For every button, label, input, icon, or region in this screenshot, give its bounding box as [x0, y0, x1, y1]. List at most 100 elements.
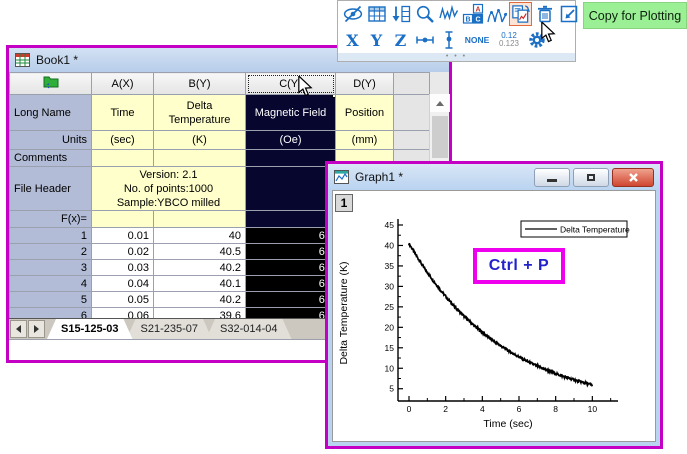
close-button[interactable] [612, 168, 654, 187]
annotation-box[interactable]: Ctrl + P [473, 248, 565, 284]
none-label-button[interactable]: NONE [461, 28, 493, 52]
data-cell[interactable]: 0.02 [92, 244, 154, 260]
row-number[interactable]: 1 [10, 228, 92, 244]
abc-label-icon: A B C [462, 3, 484, 25]
svg-text:30: 30 [385, 281, 395, 291]
svg-text:6: 6 [517, 404, 522, 414]
export-graph-button[interactable] [557, 2, 580, 26]
data-cell[interactable]: 62 [246, 276, 336, 292]
data-cell[interactable]: 63 [246, 292, 336, 308]
file-header-c[interactable] [246, 167, 336, 211]
y-column-button[interactable]: Y [365, 28, 388, 52]
hide-button[interactable] [341, 2, 364, 26]
scroll-up-button[interactable] [430, 94, 450, 112]
tab-scroll-right-button[interactable] [28, 320, 45, 338]
sheet-tab-s21-235-07[interactable]: S21-235-07 [127, 319, 213, 339]
table-icon [366, 3, 388, 25]
right-arrow-icon [34, 325, 39, 333]
row-label-long-name[interactable]: Long Name [10, 95, 92, 131]
data-cell[interactable]: 0.01 [92, 228, 154, 244]
x-error-bar-button[interactable] [413, 28, 436, 52]
data-cell[interactable]: 40 [154, 228, 246, 244]
column-header-dy[interactable]: D(Y) [336, 73, 394, 95]
row-label-fx[interactable]: F(x)= [10, 211, 92, 228]
z-column-button[interactable]: Z [389, 28, 412, 52]
data-cell[interactable]: 40.5 [154, 244, 246, 260]
data-cell[interactable]: 0.04 [92, 276, 154, 292]
insert-table-button[interactable] [365, 2, 388, 26]
row-number[interactable]: 5 [10, 292, 92, 308]
row-number[interactable]: 4 [10, 276, 92, 292]
fill-column-button[interactable] [389, 2, 412, 26]
sheet-tab-s32-014-04[interactable]: S32-014-04 [206, 319, 292, 339]
y-error-bar-icon [438, 29, 460, 51]
svg-text:10: 10 [588, 404, 598, 414]
mouse-cursor-column-header [297, 76, 313, 97]
waveform-icon [438, 3, 460, 25]
fit-peaks-button[interactable] [485, 2, 508, 26]
units-3[interactable]: (mm) [336, 131, 394, 150]
row-number[interactable]: 2 [10, 244, 92, 260]
x-column-button[interactable]: X [341, 28, 364, 52]
row-number[interactable]: 3 [10, 260, 92, 276]
fx-2[interactable] [246, 211, 336, 228]
comments-1[interactable] [154, 150, 246, 167]
svg-text:B: B [465, 16, 470, 23]
magnifier-icon [414, 3, 436, 25]
y-error-bar-button[interactable] [437, 28, 460, 52]
units-2[interactable]: (Oe) [246, 131, 336, 150]
comments-0[interactable] [92, 150, 154, 167]
filler [394, 95, 430, 131]
graph1-titlebar[interactable]: Graph1 * [328, 164, 660, 190]
data-cell[interactable]: 61 [246, 260, 336, 276]
svg-text:20: 20 [385, 322, 395, 332]
svg-text:5: 5 [389, 384, 394, 394]
units-1[interactable]: (K) [154, 131, 246, 150]
long-name-3[interactable]: Position [336, 95, 394, 131]
graph-icon [334, 170, 349, 184]
svg-text:15: 15 [385, 343, 395, 353]
column-header-cy[interactable]: C(Y) [246, 73, 336, 95]
data-cell[interactable]: 0.03 [92, 260, 154, 276]
minimize-button[interactable] [534, 168, 570, 187]
row-label-comments[interactable]: Comments [10, 150, 92, 167]
file-header-cell[interactable]: Version: 2.1No. of points:1000Sample:YBC… [92, 167, 246, 211]
long-name-1[interactable]: Delta Temperature [154, 95, 246, 131]
row-label-file-header[interactable]: File Header [10, 167, 92, 211]
layer-1-button[interactable]: 1 [335, 194, 353, 212]
mouse-cursor-toolbar [540, 22, 556, 43]
zoom-button[interactable] [413, 2, 436, 26]
graph-page[interactable]: 1 510152025303540450246810Time (sec)Delt… [332, 190, 656, 442]
tab-scroll-left-button[interactable] [10, 320, 27, 338]
long-name-0[interactable]: Time [92, 95, 154, 131]
number-format-button[interactable]: 0.12 0.123 [494, 28, 524, 52]
svg-text:4: 4 [480, 404, 485, 414]
restore-button[interactable] [573, 168, 609, 187]
selection-handle[interactable] [332, 95, 336, 99]
data-cell[interactable]: 0.05 [92, 292, 154, 308]
svg-text:25: 25 [385, 302, 395, 312]
data-cell[interactable]: 61 [246, 244, 336, 260]
scrollbar-thumb[interactable] [432, 116, 448, 158]
sparklines-button[interactable] [437, 2, 460, 26]
column-label-button[interactable]: A B C [461, 2, 484, 26]
column-header-ax[interactable]: A(X) [92, 73, 154, 95]
comments-2[interactable] [246, 150, 336, 167]
fx-1[interactable] [154, 211, 246, 228]
row-label-units[interactable]: Units [10, 131, 92, 150]
data-cell[interactable]: 40.1 [154, 276, 246, 292]
units-0[interactable]: (sec) [92, 131, 154, 150]
column-header-by[interactable]: B(Y) [154, 73, 246, 95]
sheet-tab-s15-125-03[interactable]: S15-125-03 [47, 319, 133, 339]
corner-cell[interactable] [10, 73, 92, 95]
copy-for-plotting-button[interactable] [509, 2, 532, 26]
long-name-2[interactable]: Magnetic Field [246, 95, 336, 131]
tooltip: Copy for Plotting [583, 2, 687, 29]
data-cell[interactable]: 40.2 [154, 260, 246, 276]
toolbar-grip[interactable]: • • • [338, 53, 575, 61]
graph1-window[interactable]: Graph1 * 1 510152025303540450246810Time … [325, 161, 663, 449]
data-cell[interactable]: 60 [246, 228, 336, 244]
fx-0[interactable] [92, 211, 154, 228]
svg-text:10: 10 [385, 363, 395, 373]
data-cell[interactable]: 40.2 [154, 292, 246, 308]
